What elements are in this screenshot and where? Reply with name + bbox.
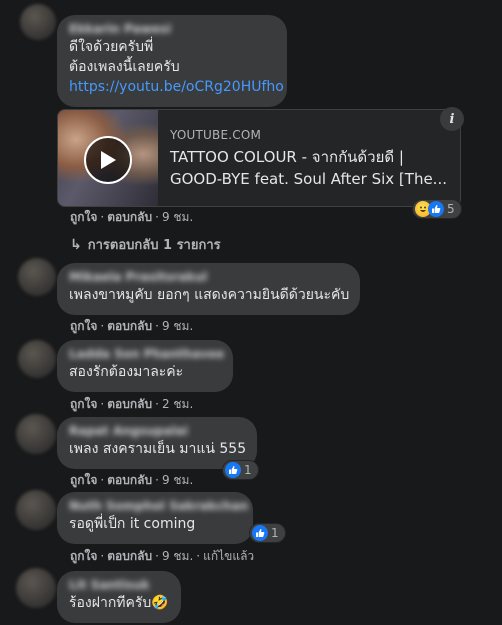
- comment-author[interactable]: Ekkarin Pawesi: [69, 22, 275, 37]
- reply-action[interactable]: ตอบกลับ: [107, 473, 152, 487]
- comment-bubble: Ladda Son Phanthavee สองรักต้องมาละค่ะ: [57, 340, 233, 392]
- like-action[interactable]: ถูกใจ: [70, 549, 97, 563]
- separator-dot: ·: [196, 549, 201, 563]
- separator-dot: ·: [155, 319, 159, 333]
- comment-text-line: ต้องเพลงนี้เลยครับ: [69, 59, 180, 75]
- comment-author[interactable]: Rapat Angsupalai: [69, 424, 245, 439]
- reply-action[interactable]: ตอบกลับ: [107, 210, 152, 224]
- avatar[interactable]: [16, 490, 56, 530]
- play-icon[interactable]: [84, 136, 132, 184]
- reply-arrow-icon: ↳: [70, 237, 82, 253]
- separator-dot: ·: [155, 473, 159, 487]
- comment-timestamp[interactable]: 9 ชม.: [162, 210, 193, 224]
- comment-timestamp[interactable]: 9 ชม.: [162, 473, 193, 487]
- avatar[interactable]: [16, 414, 56, 454]
- comment-timestamp[interactable]: 9 ชม.: [162, 549, 193, 563]
- comment-actions: ถูกใจ · ตอบกลับ · 2 ชม.: [70, 396, 193, 412]
- edited-label[interactable]: แก้ไขแล้ว: [203, 549, 254, 563]
- link-preview-card[interactable]: YOUTUBE.COM TATTOO COLOUR - จากกันด้วยดี…: [57, 109, 461, 207]
- avatar[interactable]: [18, 258, 56, 296]
- separator-dot: ·: [100, 210, 105, 224]
- separator-dot: ·: [100, 549, 105, 563]
- link-domain: YOUTUBE.COM: [170, 128, 262, 142]
- comment-bubble: Ekkarin Pawesi ดีใจด้วยครับพี่ ต้องเพลงน…: [57, 15, 287, 107]
- comment-bubble: Lit Santisuk ร้องฝากทีครับ🤣: [57, 571, 181, 623]
- separator-dot: ·: [155, 549, 159, 563]
- comment-text: รอดูพี่เป็ก it coming: [69, 516, 196, 532]
- reply-action[interactable]: ตอบกลับ: [107, 397, 152, 411]
- reaction-count: 1: [244, 463, 252, 477]
- reply-action[interactable]: ตอบกลับ: [107, 549, 152, 563]
- video-thumbnail[interactable]: [58, 110, 158, 206]
- link-preview-info: YOUTUBE.COM TATTOO COLOUR - จากกันด้วยดี…: [170, 128, 450, 190]
- separator-dot: ·: [155, 210, 159, 224]
- avatar[interactable]: [16, 568, 56, 608]
- comment-actions: ถูกใจ · ตอบกลับ · 9 ชม.: [70, 209, 193, 225]
- separator-dot: ·: [100, 397, 105, 411]
- comment-bubble: Nuth Somphol Sakrakchan รอดูพี่เป็ก it c…: [57, 492, 253, 544]
- reply-action[interactable]: ตอบกลับ: [107, 319, 152, 333]
- like-action[interactable]: ถูกใจ: [70, 210, 97, 224]
- comment-author[interactable]: Lit Santisuk: [69, 578, 169, 593]
- reaction-summary[interactable]: 1: [222, 460, 259, 480]
- comment-text: เพลงขาหมูคับ ยอกๆ แสดงความยินดีด้วยนะคับ: [69, 287, 350, 303]
- like-action[interactable]: ถูกใจ: [70, 319, 97, 333]
- avatar[interactable]: [20, 4, 56, 40]
- like-icon: [225, 462, 241, 478]
- comment-timestamp[interactable]: 9 ชม.: [162, 319, 193, 333]
- comment-actions: ถูกใจ · ตอบกลับ · 9 ชม.: [70, 472, 193, 488]
- info-icon[interactable]: i: [440, 107, 464, 131]
- reaction-count: 5: [447, 202, 455, 216]
- view-replies-label[interactable]: การตอบกลับ 1 รายการ: [88, 238, 221, 253]
- separator-dot: ·: [100, 319, 105, 333]
- link-title-line[interactable]: GOOD-BYE feat. Soul After Six [The...: [170, 168, 450, 190]
- like-action[interactable]: ถูกใจ: [70, 473, 97, 487]
- like-icon: [428, 201, 444, 217]
- separator-dot: ·: [100, 473, 105, 487]
- comment-text: เพลง สงครามเย็น มาแน่ 555: [69, 441, 247, 457]
- comment-text: ร้องฝากทีครับ🤣: [69, 595, 169, 611]
- comment-link[interactable]: https://youtu.be/oCRg20HUfho: [69, 77, 284, 97]
- like-icon: [252, 525, 268, 541]
- separator-dot: ·: [155, 397, 159, 411]
- like-action[interactable]: ถูกใจ: [70, 397, 97, 411]
- comment-author[interactable]: Mikaela Prasitsrakul: [69, 270, 348, 285]
- comment-author[interactable]: Nuth Somphol Sakrakchan: [69, 499, 248, 514]
- reaction-summary[interactable]: 1: [249, 523, 286, 543]
- reaction-summary[interactable]: 5: [412, 199, 462, 219]
- comment-timestamp[interactable]: 2 ชม.: [162, 397, 193, 411]
- reaction-count: 1: [271, 526, 279, 540]
- comment-actions: ถูกใจ · ตอบกลับ · 9 ชม. · แก้ไขแล้ว: [70, 548, 254, 564]
- comment-bubble: Mikaela Prasitsrakul เพลงขาหมูคับ ยอกๆ แ…: [57, 263, 360, 315]
- avatar[interactable]: [18, 340, 56, 378]
- link-title-line[interactable]: TATTOO COLOUR - จากกันด้วยดี |: [170, 146, 450, 168]
- comment-author[interactable]: Ladda Son Phanthavee: [69, 347, 224, 362]
- comment-actions: ถูกใจ · ตอบกลับ · 9 ชม.: [70, 318, 193, 334]
- view-replies-link[interactable]: ↳ การตอบกลับ 1 รายการ: [70, 234, 221, 255]
- comment-text: สองรักต้องมาละค่ะ: [69, 364, 184, 380]
- comment-text-line: ดีใจด้วยครับพี่: [69, 39, 154, 55]
